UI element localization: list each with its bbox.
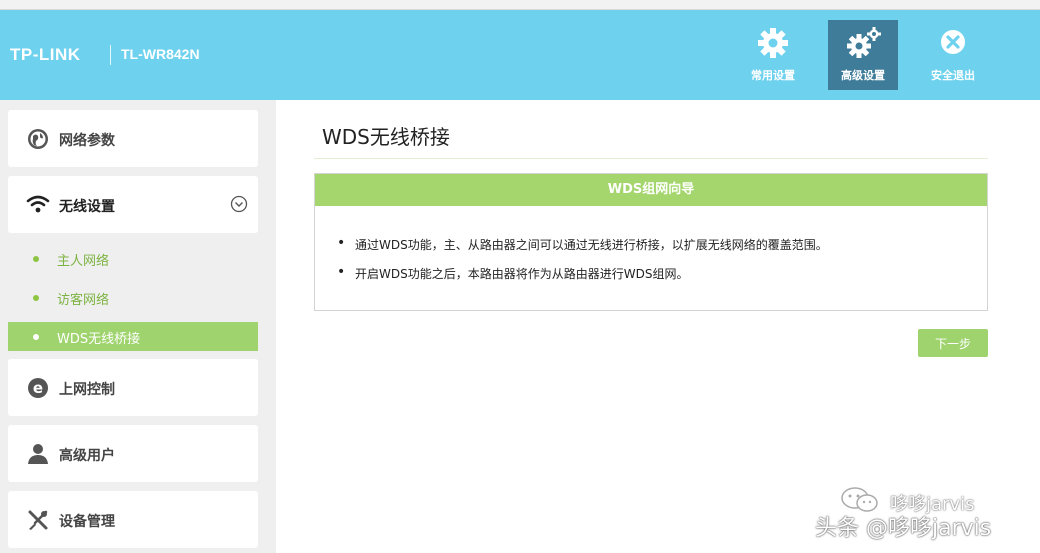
info-bullet: 开启WDS功能之后，本路由器将作为从路由器进行WDS组网。: [337, 264, 689, 282]
watermark-toutiao: 头条 @哆哆jarvis: [815, 516, 992, 541]
bullet-text: 开启WDS功能之后，本路由器将作为从路由器进行WDS组网。: [355, 267, 689, 281]
subitem-label: WDS无线桥接: [57, 332, 141, 347]
ie-icon: e: [28, 378, 48, 398]
wifi-icon: [26, 195, 50, 213]
advanced-settings-label: 高级设置: [841, 69, 885, 82]
sidebar-item-label: 上网控制: [59, 382, 115, 398]
user-icon: [28, 444, 48, 464]
gears-icon: [847, 27, 881, 58]
gear-icon: [758, 28, 788, 58]
bullet-dot: [33, 295, 39, 301]
sidebar-item-device-management[interactable]: 设备管理: [8, 491, 258, 548]
sidebar-item-label: 网络参数: [59, 133, 115, 149]
bullet-dot: [33, 334, 39, 340]
title-divider: [314, 158, 988, 159]
sidebar-subitem-guest-network[interactable]: 访客网络: [8, 283, 258, 312]
page-title: WDS无线桥接: [322, 125, 450, 149]
panel-title: WDS组网向导: [315, 174, 987, 206]
wds-wizard-panel: WDS组网向导 通过WDS功能，主、从路由器之间可以通过无线进行桥接，以扩展无线…: [314, 173, 988, 311]
svg-text:e: e: [33, 379, 43, 397]
sidebar-item-network[interactable]: 网络参数: [8, 110, 258, 167]
logout-label: 安全退出: [931, 69, 975, 82]
logo-divider: [110, 45, 111, 65]
sidebar-item-wireless[interactable]: 无线设置: [8, 176, 258, 233]
subitem-label: 访客网络: [57, 293, 110, 308]
bullet-text: 通过WDS功能，主、从路由器之间可以通过无线进行桥接，以扩展无线网络的覆盖范围。: [355, 238, 828, 252]
sidebar-item-label: 设备管理: [59, 514, 115, 530]
next-step-button[interactable]: 下一步: [918, 329, 988, 357]
sidebar-item-label: 无线设置: [59, 199, 115, 215]
brand-logo: TP-LINK: [10, 45, 81, 64]
common-settings-button[interactable]: 常用设置: [738, 20, 808, 90]
header-bar: TP-LINK TL-WR842N 常用设置 高级设置 安全退出: [0, 10, 1040, 100]
advanced-settings-button[interactable]: 高级设置: [828, 20, 898, 90]
sidebar-item-label: 高级用户: [59, 448, 115, 464]
main-content: WDS无线桥接 WDS组网向导 通过WDS功能，主、从路由器之间可以通过无线进行…: [276, 100, 1040, 553]
sidebar: 网络参数 无线设置 主人网络 访客网络 WDS无线桥接 e 上网控制 高级用户 …: [0, 100, 276, 553]
info-bullet: 通过WDS功能，主、从路由器之间可以通过无线进行桥接，以扩展无线网络的覆盖范围。: [337, 235, 828, 253]
router-model: TL-WR842N: [121, 46, 200, 62]
sidebar-subitem-wds-bridge[interactable]: WDS无线桥接: [8, 322, 258, 351]
subitem-label: 主人网络: [57, 254, 110, 269]
browser-top-strip: [0, 0, 1040, 10]
logout-button[interactable]: 安全退出: [918, 20, 988, 90]
close-icon: [941, 30, 965, 54]
sidebar-item-internet-control[interactable]: e 上网控制: [8, 359, 258, 416]
sidebar-subitem-host-network[interactable]: 主人网络: [8, 244, 258, 273]
chevron-down-icon[interactable]: [230, 195, 248, 213]
bullet-dot: [33, 256, 39, 262]
common-settings-label: 常用设置: [751, 69, 795, 82]
sidebar-item-advanced-user[interactable]: 高级用户: [8, 425, 258, 482]
globe-icon: [28, 129, 48, 149]
tools-icon: [28, 510, 48, 530]
